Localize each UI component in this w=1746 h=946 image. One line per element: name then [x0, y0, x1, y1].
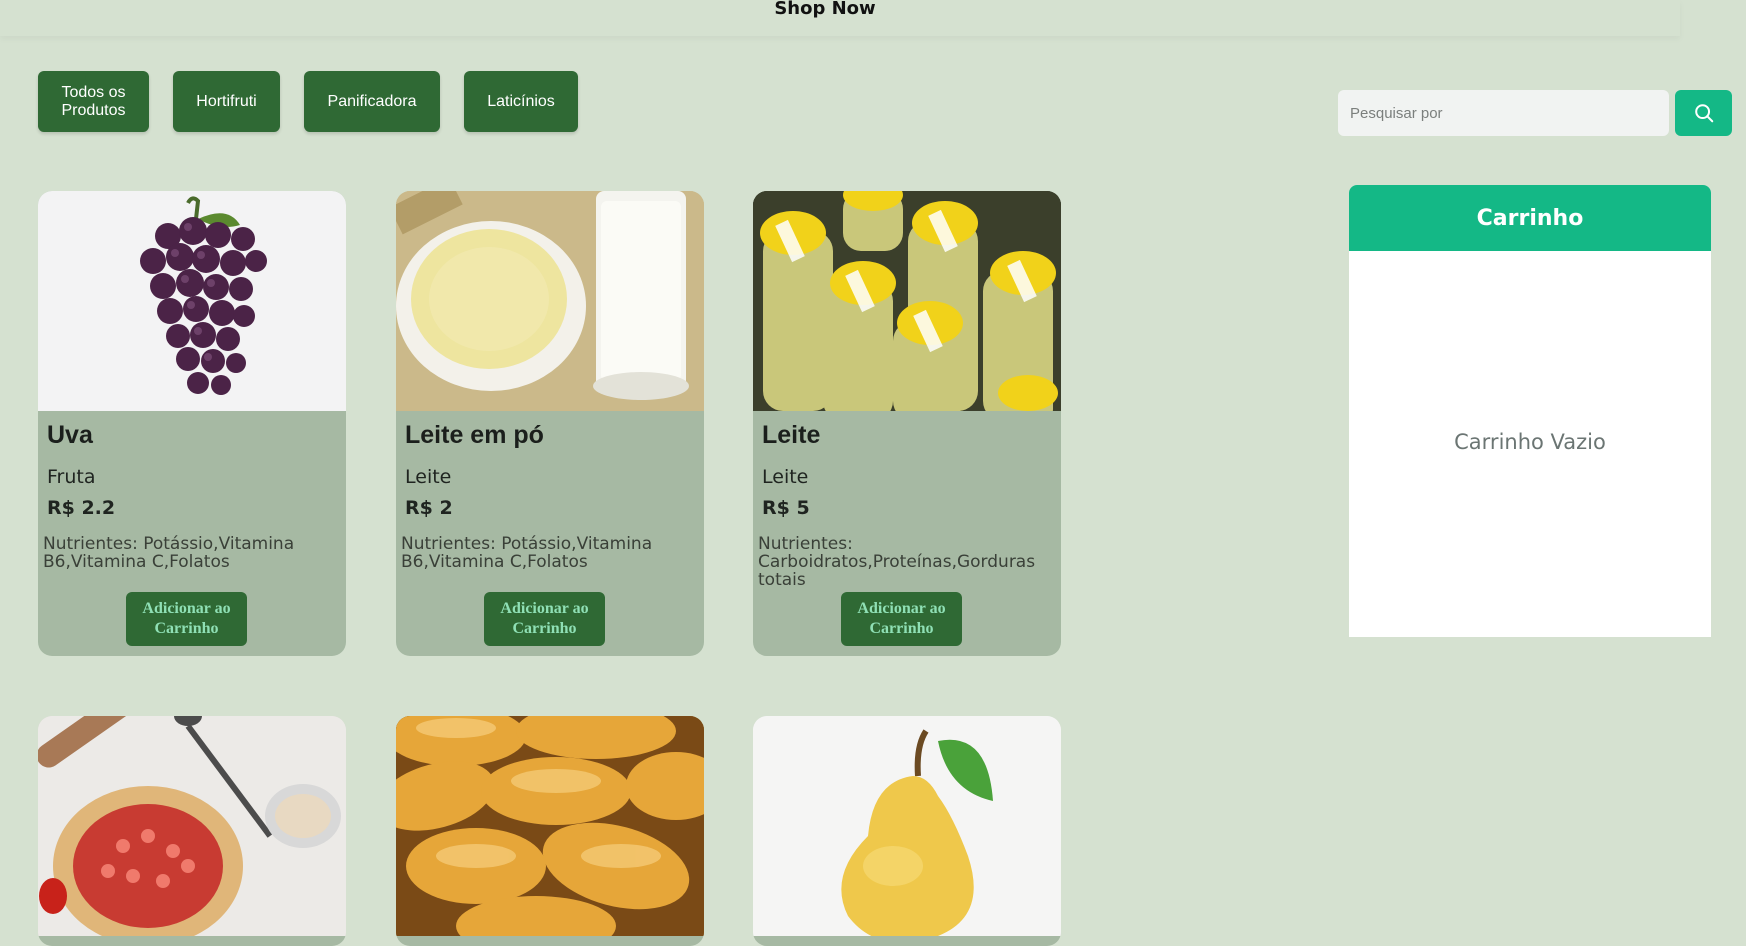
search-icon: [1694, 104, 1713, 123]
product-image-bread-rolls: [396, 716, 704, 936]
product-card: Leite em pó Leite R$ 2 Nutrientes: Potás…: [396, 191, 704, 656]
product-card: [38, 716, 346, 946]
add-to-cart-button[interactable]: Adicionar ao Carrinho: [484, 592, 605, 646]
brand-title[interactable]: Shop Now: [0, 0, 1650, 19]
product-image-pear: [753, 716, 1061, 936]
category-laticinios-button[interactable]: Laticínios: [464, 71, 578, 132]
product-card: [753, 716, 1061, 946]
product-image-strawberry-pie: [38, 716, 346, 936]
cart-panel: Carrinho Carrinho Vazio: [1349, 185, 1711, 637]
product-name: Leite em pó: [405, 421, 544, 449]
product-card: Uva Fruta R$ 2.2 Nutrientes: Potássio,Vi…: [38, 191, 346, 656]
category-all-products-button[interactable]: Todos os Produtos: [38, 71, 149, 132]
cart-title: Carrinho: [1349, 185, 1711, 251]
product-card: [396, 716, 704, 946]
category-label: Panificadora: [327, 92, 417, 110]
product-image-grapes: [38, 191, 346, 411]
search-input[interactable]: [1338, 90, 1669, 136]
product-nutrients: Nutrientes: Carboidratos,Proteínas,Gordu…: [758, 534, 1036, 590]
category-hortifruti-button[interactable]: Hortifruti: [173, 71, 280, 132]
product-price: R$ 2.2: [47, 497, 116, 519]
product-card: Leite Leite R$ 5 Nutrientes: Carboidrato…: [753, 191, 1061, 656]
product-nutrients: Nutrientes: Potássio,Vitamina B6,Vitamin…: [401, 534, 653, 572]
product-image-powdered-milk: [396, 191, 704, 411]
top-bar: Shop Now: [0, 0, 1680, 36]
cart-empty-message: Carrinho Vazio: [1454, 430, 1606, 454]
search-button[interactable]: [1675, 90, 1732, 136]
product-image-milk-bottles: [753, 191, 1061, 411]
product-nutrients: Nutrientes: Potássio,Vitamina B6,Vitamin…: [43, 534, 295, 572]
add-to-cart-button[interactable]: Adicionar ao Carrinho: [126, 592, 247, 646]
category-label: Todos os Produtos: [61, 83, 126, 119]
product-type: Leite: [405, 466, 452, 488]
product-type: Leite: [762, 466, 809, 488]
product-name: Leite: [762, 421, 821, 449]
category-panificadora-button[interactable]: Panificadora: [304, 71, 440, 132]
product-name: Uva: [47, 421, 93, 449]
add-to-cart-button[interactable]: Adicionar ao Carrinho: [841, 592, 962, 646]
product-price: R$ 5: [762, 497, 810, 519]
product-price: R$ 2: [405, 497, 453, 519]
category-label: Laticínios: [487, 92, 555, 110]
category-label: Hortifruti: [196, 92, 257, 110]
product-type: Fruta: [47, 466, 96, 488]
